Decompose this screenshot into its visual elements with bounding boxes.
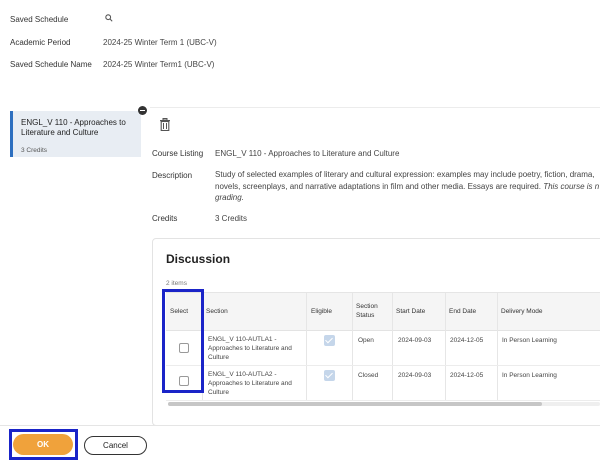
description-label: Description [152,171,193,180]
course-listing-value: ENGL_V 110 - Approaches to Literature an… [215,149,400,158]
course-card-credits: 3 Credits [21,147,48,154]
table-row: ENGL_V 110-AUTLA1 - Approaches to Litera… [166,331,600,366]
trash-icon[interactable] [159,118,171,131]
items-count: 2 items [166,280,187,287]
column-section[interactable]: Section [206,307,228,316]
start-date: 2024-09-03 [398,337,432,344]
eligible-check-icon [324,335,335,346]
section-name[interactable]: ENGL_V 110-AUTLA2 - Approaches to Litera… [208,370,292,397]
section-status: Closed [358,372,379,379]
credits-label: Credits [152,214,178,223]
column-section-status[interactable]: Section Status [356,302,378,320]
divider [150,107,600,108]
scrollbar-thumb[interactable] [168,402,542,406]
credits-value: 3 Credits [215,214,248,223]
course-card-title: ENGL_V 110 - Approaches to Literature an… [21,118,126,137]
delivery-mode: In Person Learning [502,372,557,379]
start-date: 2024-09-03 [398,372,432,379]
saved-schedule-name-value: 2024-25 Winter Term1 (UBC-V) [103,60,215,69]
saved-schedule-name-label: Saved Schedule Name [10,60,92,69]
select-column-highlight [162,289,204,393]
footer-divider [0,425,600,426]
remove-course-icon[interactable] [138,106,147,115]
section-name[interactable]: ENGL_V 110-AUTLA1 - Approaches to Litera… [208,335,292,362]
sections-table: Select Section Eligible Section Status S… [166,292,600,401]
column-eligible[interactable]: Eligible [311,307,332,316]
discussion-title: Discussion [166,252,231,266]
academic-period-value: 2024-25 Winter Term 1 (UBC-V) [103,38,217,47]
eligible-check-icon [324,370,335,381]
section-status: Open [358,337,374,344]
cancel-button[interactable]: Cancel [84,436,147,455]
column-delivery-mode[interactable]: Delivery Mode [501,307,543,316]
end-date: 2024-12-05 [450,337,484,344]
course-card[interactable]: ENGL_V 110 - Approaches to Literature an… [10,111,141,157]
description-text: Study of selected examples of literary a… [215,170,600,202]
column-start-date[interactable]: Start Date [396,307,425,316]
table-header: Select Section Eligible Section Status S… [166,293,600,331]
course-listing-label: Course Listing [152,149,204,158]
end-date: 2024-12-05 [450,372,484,379]
column-end-date[interactable]: End Date [449,307,476,316]
search-icon[interactable] [105,14,113,22]
ok-button-highlight [9,429,78,460]
academic-period-label: Academic Period [10,38,71,47]
table-row: ENGL_V 110-AUTLA2 - Approaches to Litera… [166,366,600,401]
saved-schedule-label: Saved Schedule [10,15,69,24]
delivery-mode: In Person Learning [502,337,557,344]
